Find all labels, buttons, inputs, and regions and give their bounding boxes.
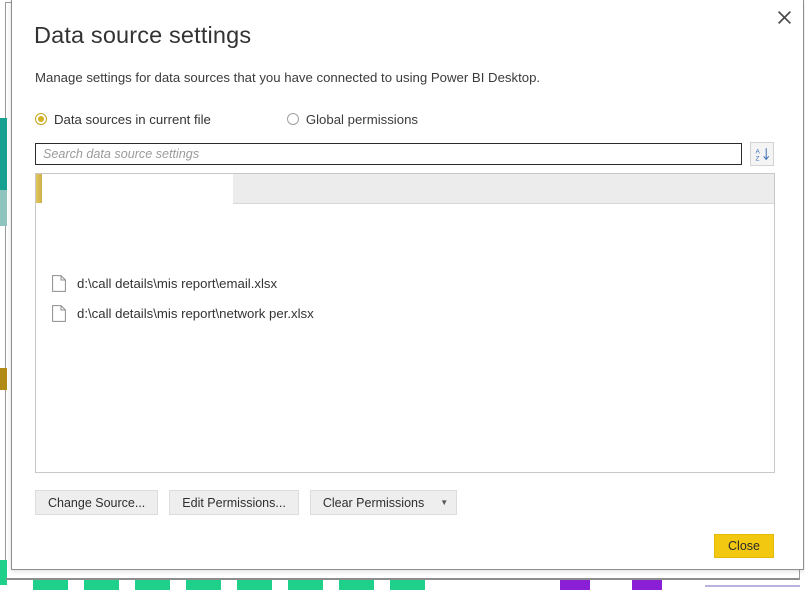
report-green-bar-0	[33, 580, 68, 590]
clear-permissions-label: Clear Permissions	[322, 495, 425, 510]
change-source-button[interactable]: Change Source...	[35, 490, 159, 515]
report-green-bar-4	[237, 580, 272, 590]
tab-file-sources[interactable]	[36, 174, 233, 204]
data-source-item[interactable]: d:\call details\mis report\network per.x…	[36, 298, 774, 328]
data-source-list-panel: d:\call details\mis report\email.xlsx d:\…	[35, 173, 775, 473]
scope-radio-1[interactable]: Global permissions	[286, 111, 418, 127]
report-green-bar-1	[84, 580, 119, 590]
report-green-bar-6	[339, 580, 374, 590]
report-left-swatch-3	[0, 560, 7, 585]
report-purple-bar-1	[632, 580, 662, 590]
data-source-path: d:\call details\mis report\email.xlsx	[77, 275, 278, 291]
clear-permissions-button[interactable]: Clear Permissions ▼	[309, 490, 458, 515]
report-left-swatch-0	[0, 118, 7, 190]
scope-radio-group: Data sources in current file Global permi…	[35, 110, 418, 128]
report-green-bar-7	[390, 580, 425, 590]
sort-a-z-icon[interactable]: A Z	[750, 142, 774, 166]
search-input[interactable]	[36, 144, 741, 164]
radio-mark-icon	[286, 113, 299, 125]
data-source-settings-dialog: Data source settings Manage settings for…	[11, 0, 804, 570]
scope-radio-0[interactable]: Data sources in current file	[35, 112, 211, 127]
search-input-wrapper[interactable]	[35, 143, 742, 165]
scope-radio-label: Global permissions	[305, 111, 418, 127]
report-left-swatch-2	[0, 368, 7, 390]
close-icon[interactable]	[769, 3, 799, 31]
dialog-description: Manage settings for data sources that yo…	[35, 70, 541, 85]
report-purple-bar-0	[560, 580, 590, 590]
report-underline	[705, 585, 800, 587]
data-source-path: d:\call details\mis report\network per.x…	[77, 305, 314, 321]
report-left-swatch-1	[0, 190, 7, 226]
edit-permissions-button[interactable]: Edit Permissions...	[169, 490, 299, 515]
close-button[interactable]: Close	[714, 534, 774, 558]
tab-accent-bar	[36, 174, 42, 203]
scope-radio-label: Data sources in current file	[54, 111, 211, 127]
report-green-bar-2	[135, 580, 170, 590]
report-green-bar-5	[288, 580, 323, 590]
report-green-bar-3	[186, 580, 221, 590]
dialog-title: Data source settings	[34, 22, 252, 48]
data-source-item[interactable]: d:\call details\mis report\email.xlsx	[36, 268, 774, 298]
chevron-down-icon[interactable]: ▼	[440, 498, 448, 507]
data-source-list: d:\call details\mis report\email.xlsx d:\…	[36, 205, 774, 472]
list-tabstrip	[36, 174, 774, 204]
dialog-action-buttons: Change Source... Edit Permissions... Cle…	[35, 490, 458, 515]
file-icon	[52, 274, 66, 292]
radio-mark-icon	[35, 113, 47, 125]
svg-text:Z: Z	[755, 155, 759, 162]
file-icon	[52, 304, 66, 322]
